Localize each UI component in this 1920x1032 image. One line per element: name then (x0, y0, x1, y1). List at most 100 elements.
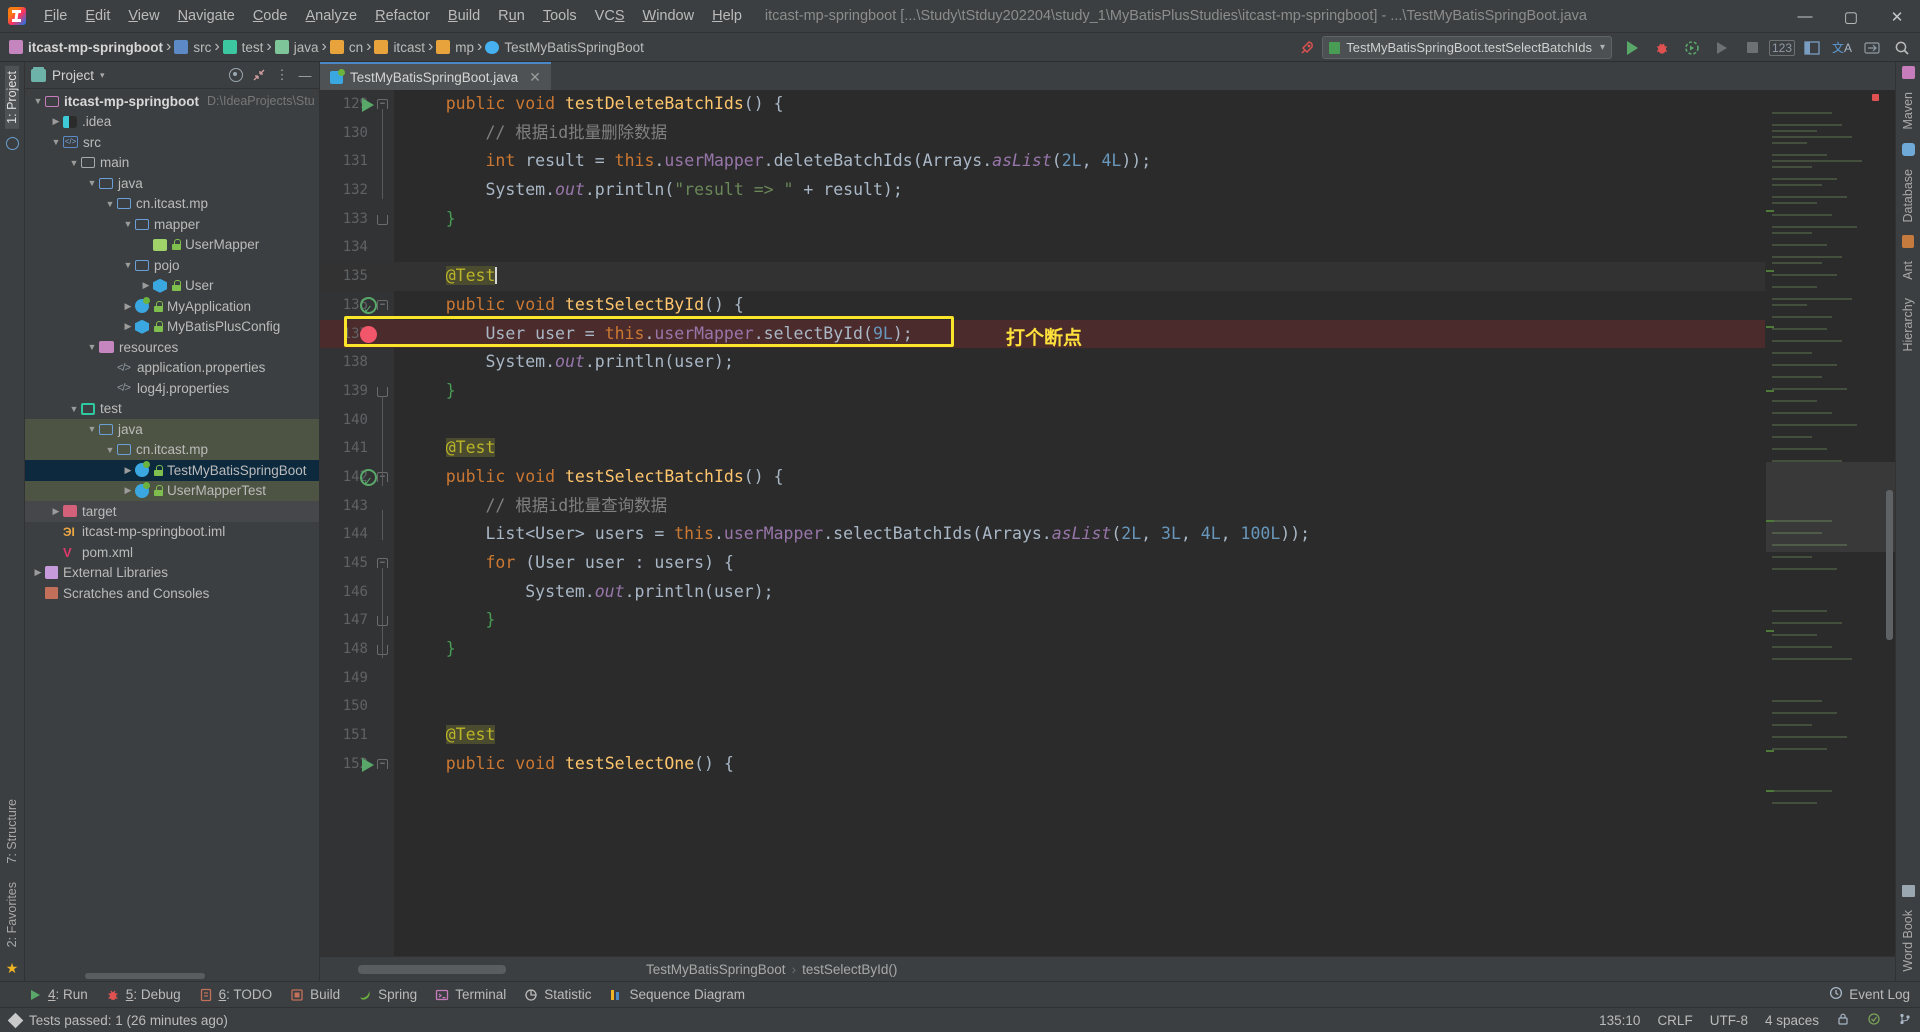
breadcrumb-item-java[interactable]: java (272, 39, 322, 56)
tool-window-button-debug[interactable]: 5: Debug (106, 987, 181, 1002)
stop-button[interactable] (1738, 35, 1766, 60)
code-line-136[interactable]: public void testSelectById() { (394, 291, 1765, 320)
chevron-right-icon[interactable]: ▶ (121, 321, 135, 332)
tool-button-ant[interactable]: Ant (1901, 256, 1915, 285)
profile-button[interactable] (1708, 35, 1736, 60)
tree-node-myapplication[interactable]: ▶ MyApplication (25, 296, 319, 317)
tree-node-scratches-and-consoles[interactable]: Scratches and Consoles (25, 583, 319, 604)
chevron-right-icon[interactable]: ▶ (139, 280, 153, 291)
breadcrumb-item-test[interactable]: test (220, 39, 267, 56)
tool-window-button-sequence-diagram[interactable]: Sequence Diagram (609, 987, 745, 1002)
read-only-icon[interactable] (1836, 1012, 1850, 1029)
gutter-line-149[interactable]: 149 (320, 664, 394, 693)
line-separator[interactable]: CRLF (1657, 1013, 1692, 1028)
chevron-down-icon[interactable]: ▼ (49, 137, 63, 147)
error-stripe-mark[interactable] (1766, 630, 1774, 632)
breadcrumb-item-testmybatisspringboot[interactable]: TestMyBatisSpringBoot (482, 39, 647, 56)
indent-setting[interactable]: 4 spaces (1765, 1013, 1819, 1028)
inspection-icon[interactable] (1867, 1012, 1881, 1029)
tool-window-button-build[interactable]: Build (290, 987, 340, 1002)
fold-region-start-icon[interactable]: − (377, 558, 388, 568)
project-tree-hscrollbar[interactable] (25, 971, 319, 981)
chevron-down-icon[interactable]: ▼ (103, 445, 117, 455)
gutter-line-150[interactable]: 150 (320, 692, 394, 721)
tree-node-pom-xml[interactable]: Vpom.xml (25, 542, 319, 563)
test-passed-icon[interactable] (360, 296, 377, 325)
code-text-area[interactable]: public void testDeleteBatchIds() { // 根据… (394, 90, 1765, 956)
breadcrumb[interactable]: itcast-mp-springboot › src › test › java › cn › it… (6, 38, 647, 56)
rocket-icon[interactable] (1294, 35, 1320, 60)
options-icon[interactable]: ⋮ (272, 65, 292, 85)
project-tree[interactable]: ▼ itcast-mp-springboot D:\IdeaProjects\Stu… (25, 89, 319, 971)
error-stripe-mark[interactable] (1766, 520, 1774, 522)
breadcrumb-item-mp[interactable]: mp (433, 39, 477, 56)
tree-node-testmybatisspringboot[interactable]: ▶ TestMyBatisSpringBoot (25, 460, 319, 481)
tree-node-itcast-mp-springboot[interactable]: ▼ itcast-mp-springboot D:\IdeaProjects\Stu (25, 91, 319, 112)
menu-item-build[interactable]: Build (439, 3, 489, 29)
search-icon[interactable] (1888, 35, 1916, 60)
tool-button-database[interactable]: Database (1901, 164, 1915, 228)
tree-node-user[interactable]: ▶ User (25, 276, 319, 297)
fold-region-start-icon[interactable]: − (377, 99, 388, 109)
error-stripe-mark[interactable] (1766, 270, 1774, 272)
code-line-149[interactable] (394, 664, 1765, 693)
tool-button-project[interactable]: 1: Project (5, 66, 19, 129)
tool-button-word-book[interactable]: Word Book (1901, 905, 1915, 977)
breadcrumb-item-src[interactable]: src (171, 39, 214, 56)
menu-item-navigate[interactable]: Navigate (169, 3, 244, 29)
code-line-143[interactable]: // 根据id批量查询数据 (394, 492, 1765, 521)
tool-window-button-statistic[interactable]: Statistic (524, 987, 591, 1002)
error-stripe-mark[interactable] (1766, 326, 1774, 328)
code-line-147[interactable]: } (394, 606, 1765, 635)
chevron-right-icon[interactable]: ▶ (121, 485, 135, 496)
line-numbers-toggle[interactable]: 123 (1768, 35, 1796, 60)
tool-button-structure[interactable]: 7: Structure (5, 794, 19, 869)
error-stripe-mark[interactable] (1766, 790, 1774, 792)
tree-node-test[interactable]: ▼ test (25, 399, 319, 420)
editor-hscrollbar[interactable] (320, 957, 640, 981)
fold-region-start-icon[interactable]: − (377, 758, 388, 769)
gutter-line-136[interactable]: 136− (320, 291, 394, 325)
run-button[interactable] (1618, 35, 1646, 60)
tree-node-log4j-properties[interactable]: </> log4j.properties (25, 378, 319, 399)
project-panel-title[interactable]: Project ▾ (31, 66, 105, 83)
chevron-down-icon[interactable]: ▼ (85, 178, 99, 188)
tree-node-mapper[interactable]: ▼ mapper (25, 214, 319, 235)
collapse-all-icon[interactable] (249, 65, 269, 85)
tree-node-cn-itcast-mp[interactable]: ▼ cn.itcast.mp (25, 439, 319, 460)
code-line-140[interactable] (394, 406, 1765, 435)
menu-item-analyze[interactable]: Analyze (297, 3, 367, 29)
tree-node-java[interactable]: ▼ java (25, 419, 319, 440)
gutter-line-138[interactable]: 138 (320, 348, 394, 377)
minimize-button[interactable]: — (1782, 0, 1828, 33)
fold-region-end-icon[interactable] (377, 214, 388, 225)
code-line-152[interactable]: public void testSelectOne() { (394, 750, 1765, 779)
git-branch-icon[interactable] (1898, 1012, 1912, 1029)
editor-gutter[interactable]: 129−130131132133134135136−13713813914014… (320, 90, 394, 956)
tree-node-itcast-mp-springboot-iml[interactable]: ЭI itcast-mp-springboot.iml (25, 522, 319, 543)
chevron-down-icon[interactable]: ▼ (121, 260, 135, 270)
menu-item-tools[interactable]: Tools (534, 3, 586, 29)
run-test-icon[interactable] (362, 98, 374, 112)
code-line-141[interactable]: @Test (394, 434, 1765, 463)
menu-item-help[interactable]: Help (703, 3, 751, 29)
translate-icon[interactable]: 文A (1828, 35, 1856, 60)
code-line-138[interactable]: System.out.println(user); (394, 348, 1765, 377)
caret-position[interactable]: 135:10 (1599, 1013, 1640, 1028)
gutter-line-134[interactable]: 134 (320, 233, 394, 262)
maximize-button[interactable]: ▢ (1828, 0, 1874, 33)
fold-region-start-icon[interactable]: − (377, 299, 388, 310)
run-with-coverage-button[interactable] (1678, 35, 1706, 60)
chevron-down-icon[interactable]: ▼ (67, 158, 81, 168)
code-line-144[interactable]: List<User> users = this.userMapper.selec… (394, 520, 1765, 549)
tree-node-src[interactable]: ▼ </> src (25, 132, 319, 153)
chevron-right-icon[interactable]: ▶ (121, 301, 135, 312)
close-button[interactable]: ✕ (1874, 0, 1920, 33)
gutter-line-133[interactable]: 133 (320, 205, 394, 234)
tree-node-external-libraries[interactable]: ▶ External Libraries (25, 563, 319, 584)
tree-node--idea[interactable]: ▶ .idea (25, 112, 319, 133)
tree-node-application-properties[interactable]: </> application.properties (25, 358, 319, 379)
tool-button-hierarchy[interactable]: Hierarchy (1901, 293, 1915, 357)
editor-breadcrumb-item-1[interactable]: testSelectById() (796, 962, 903, 977)
close-icon[interactable]: ✕ (529, 69, 541, 86)
